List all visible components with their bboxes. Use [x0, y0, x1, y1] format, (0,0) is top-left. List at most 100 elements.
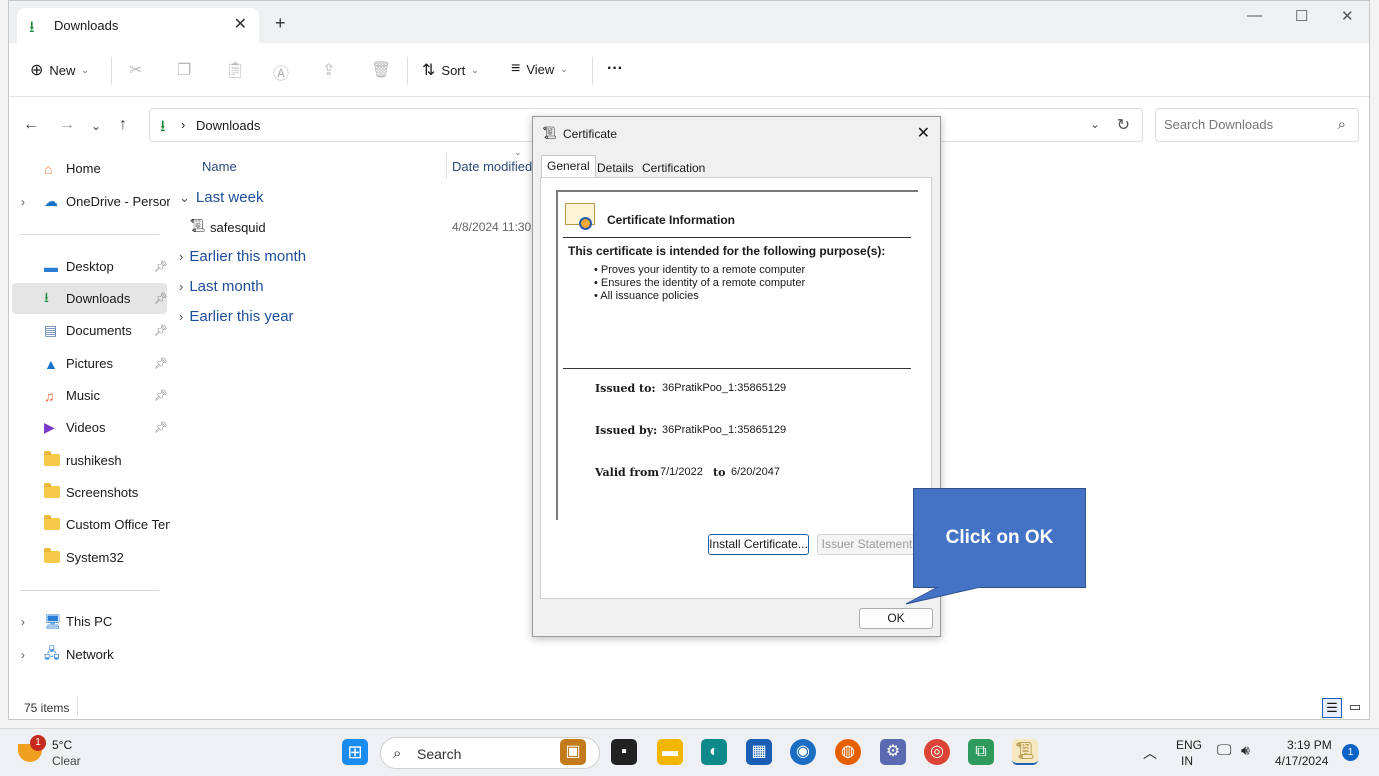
sidebar-item-label: Custom Office Tem: [66, 517, 170, 532]
sidebar-item-home[interactable]: ⌂ Home: [12, 153, 167, 184]
view-button[interactable]: ≡ View ⌄: [511, 60, 568, 78]
sidebar-item-screenshots[interactable]: Screenshots: [12, 477, 167, 508]
pin-icon[interactable]: 📌︎: [154, 357, 168, 370]
details-view-icon: ☰: [1326, 700, 1338, 715]
sidebar-item-this-pc[interactable]: › 🖥︎ This PC: [12, 606, 167, 637]
column-divider[interactable]: [446, 153, 447, 179]
sidebar-item-rushikesh[interactable]: rushikesh: [12, 445, 167, 476]
desktop-icon: ▬: [44, 258, 58, 275]
network-status-icon[interactable]: 🖵︎: [1217, 742, 1231, 759]
file-explorer-icon[interactable]: ▬: [657, 739, 683, 765]
up-arrow-icon[interactable]: ↑: [119, 116, 127, 134]
pin-icon[interactable]: 📌︎: [154, 260, 168, 273]
folder-icon: [44, 514, 60, 533]
sidebar-item-network[interactable]: › 🖧︎ Network: [12, 639, 167, 670]
chrome-icon[interactable]: ◎: [924, 739, 950, 765]
address-dropdown-icon[interactable]: ⌄: [1090, 117, 1100, 131]
expand-chevron-icon[interactable]: ›: [21, 195, 25, 209]
tray-chevron-icon[interactable]: ︿: [1143, 743, 1157, 763]
close-tab-icon[interactable]: ✕: [234, 14, 247, 34]
details-view-button[interactable]: ☰: [1322, 698, 1342, 718]
network-app-icon[interactable]: ⚙: [880, 739, 906, 765]
delete-button[interactable]: 🗑︎: [371, 60, 391, 80]
back-arrow-icon[interactable]: ←: [23, 116, 39, 134]
sidebar-item-videos[interactable]: ▶ Videos 📌︎: [12, 412, 168, 443]
edge-browser-icon[interactable]: ◐: [701, 739, 727, 765]
cut-button[interactable]: ✂: [129, 60, 142, 80]
group-label: Earlier this year: [189, 308, 294, 325]
clock-date[interactable]: 4/17/2024: [1275, 754, 1328, 768]
sidebar-item-custom-office-templates[interactable]: Custom Office Tem: [12, 509, 170, 540]
clock-time[interactable]: 3:19 PM: [1287, 738, 1332, 752]
notification-badge[interactable]: 1: [1342, 744, 1359, 761]
certificate-info-box: Certificate Information This certificate…: [556, 190, 918, 520]
ok-button[interactable]: OK: [859, 608, 933, 629]
issuer-statement-button[interactable]: Issuer Statement: [817, 534, 917, 555]
remote-desktop-icon[interactable]: ⧉: [968, 739, 994, 765]
breadcrumb-downloads[interactable]: Downloads: [196, 118, 260, 133]
sidebar-item-system32[interactable]: System32: [12, 542, 167, 573]
briefcase-app-icon[interactable]: ▣: [560, 739, 586, 765]
expand-chevron-icon[interactable]: ›: [21, 615, 25, 629]
rename-button[interactable]: Ⓐ: [273, 60, 289, 84]
install-certificate-button[interactable]: Install Certificate...: [708, 534, 809, 555]
pin-icon[interactable]: 📌︎: [154, 324, 168, 337]
sidebar-item-downloads[interactable]: ⭳ Downloads 📌︎: [12, 283, 168, 314]
group-earlier-this-month[interactable]: › Earlier this month: [179, 248, 306, 265]
maximize-icon[interactable]: ☐: [1295, 7, 1308, 25]
column-header-date[interactable]: Date modified: [452, 159, 532, 174]
sidebar-item-documents[interactable]: ▤ Documents 📌︎: [12, 315, 168, 346]
sort-button[interactable]: ⇅ Sort ⌄: [422, 60, 479, 80]
group-last-week[interactable]: ⌄ Last week: [179, 189, 263, 206]
recent-chevron-icon[interactable]: ⌄: [91, 119, 101, 133]
share-button[interactable]: ⇪: [322, 60, 335, 80]
tiles-view-button[interactable]: ▭: [1345, 698, 1365, 718]
forward-arrow-icon[interactable]: →: [59, 116, 75, 134]
group-label: Earlier this month: [189, 248, 307, 265]
file-row-safesquid[interactable]: 📜︎ safesquid 4/8/2024 11:30 AM: [189, 216, 539, 238]
firefox-icon[interactable]: ◍: [835, 739, 861, 765]
start-windows-icon[interactable]: ⊞: [342, 739, 368, 765]
sidebar-item-pictures[interactable]: ▲ Pictures 📌︎: [12, 348, 168, 379]
new-tab-icon[interactable]: +: [275, 13, 286, 34]
store-app-icon[interactable]: ▦: [746, 739, 772, 765]
copilot-app-icon[interactable]: ◉: [790, 739, 816, 765]
refresh-icon[interactable]: ↻: [1117, 115, 1130, 135]
close-window-icon[interactable]: ✕: [1341, 7, 1354, 25]
expand-chevron-icon[interactable]: ›: [21, 648, 25, 662]
tab-general[interactable]: General: [541, 155, 596, 178]
copy-button[interactable]: ❐: [177, 60, 191, 80]
folder-icon: [44, 482, 60, 501]
group-label: Last week: [195, 189, 264, 206]
sidebar-item-desktop[interactable]: ▬ Desktop 📌︎: [12, 251, 168, 282]
lang-top[interactable]: ENG: [1176, 738, 1202, 752]
paste-button[interactable]: 📋︎: [225, 60, 245, 80]
tab-certification-path[interactable]: Certification Path: [636, 157, 711, 189]
certificate-app-icon[interactable]: 📜︎: [1012, 739, 1038, 765]
volume-icon[interactable]: 🔊︎: [1241, 742, 1250, 759]
minimize-icon[interactable]: —: [1247, 7, 1262, 24]
group-last-month[interactable]: › Last month: [179, 278, 264, 295]
certificate-file-icon: 📜︎: [189, 218, 206, 233]
status-divider: [77, 696, 78, 716]
tab-details[interactable]: Details: [591, 157, 640, 178]
more-options-button[interactable]: ···: [607, 60, 623, 78]
search-input[interactable]: [1164, 117, 1324, 132]
weather-temp: 5°C: [52, 738, 73, 752]
sidebar-item-music[interactable]: ♫ Music 📌︎: [12, 380, 168, 411]
sidebar-item-onedrive[interactable]: › ☁ OneDrive - Persona: [12, 186, 170, 217]
tab-downloads[interactable]: ⭳ Downloads ✕: [17, 8, 259, 43]
new-button[interactable]: ⊕ New ⌄: [30, 60, 89, 80]
sidebar-item-label: This PC: [66, 614, 113, 629]
dialog-close-icon[interactable]: ✕: [917, 123, 930, 143]
task-view-icon[interactable]: ▪: [611, 739, 637, 765]
lang-bottom[interactable]: IN: [1181, 754, 1193, 768]
callout-text: Click on OK: [945, 527, 1054, 548]
pin-icon[interactable]: 📌︎: [154, 292, 168, 305]
pin-icon[interactable]: 📌︎: [154, 421, 168, 434]
pin-icon[interactable]: 📌︎: [154, 389, 168, 402]
column-header-name[interactable]: Name: [202, 159, 237, 174]
group-earlier-this-year[interactable]: › Earlier this year: [179, 308, 294, 325]
search-box[interactable]: ⌕: [1155, 108, 1359, 142]
sort-icon: ⇅: [422, 62, 436, 79]
